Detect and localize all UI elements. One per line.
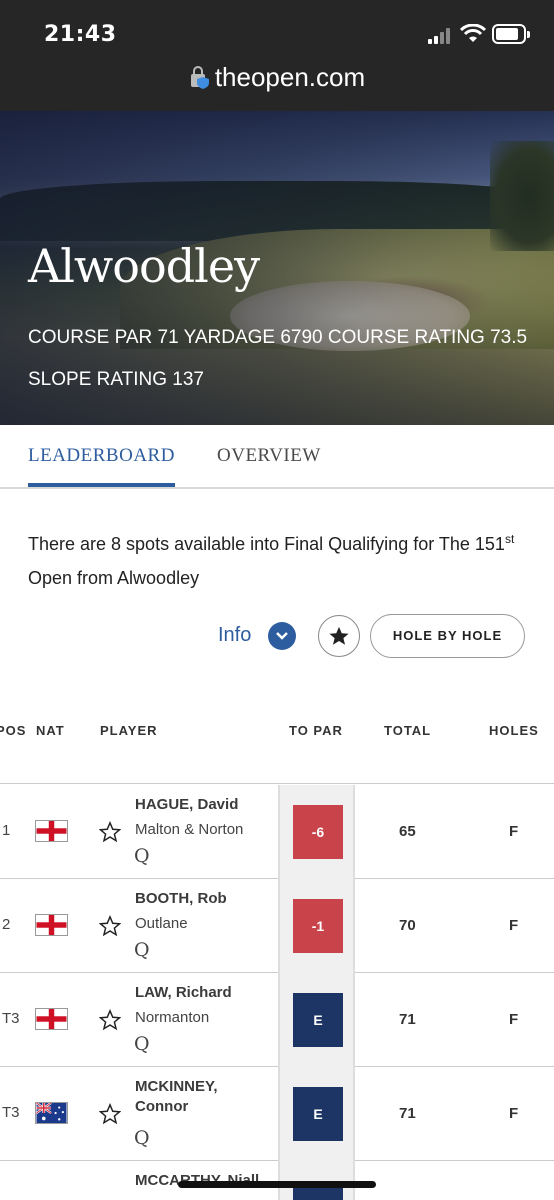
total-score: 71 (399, 1011, 416, 1028)
player-name[interactable]: MCKINNEY, Connor (135, 1077, 273, 1117)
favourites-filter-button[interactable] (318, 615, 360, 657)
player-club: Malton & Norton (135, 821, 244, 838)
row-position: T3 (2, 1010, 20, 1027)
intro-text: There are 8 spots available into Final Q… (28, 534, 505, 554)
column-holes[interactable]: HOLES (489, 723, 539, 738)
row-position: 1 (2, 822, 11, 839)
table-row[interactable]: T3 LAW, Richard Normanton Q E 71 F (0, 973, 554, 1067)
url-bar[interactable]: theopen.com (0, 62, 554, 93)
course-info: COURSE PAR 71 YARDAGE 6790 COURSE RATING… (28, 327, 528, 390)
england-flag-icon (35, 914, 68, 936)
row-position: 2 (2, 916, 11, 933)
tab-leaderboard[interactable]: LEADERBOARD (28, 445, 175, 467)
qualified-badge: Q (134, 1033, 150, 1055)
to-par-score: E (293, 993, 343, 1047)
column-nat[interactable]: NAT (36, 723, 65, 738)
table-row[interactable]: T3 MCKINNEY, Connor Q E 71 F (0, 1067, 554, 1161)
lock-icon (190, 66, 209, 89)
column-total[interactable]: TOTAL (384, 723, 431, 738)
to-par-cell: -6 (278, 785, 355, 879)
player-club: Outlane (135, 915, 188, 932)
star-outline-icon[interactable] (99, 821, 121, 843)
course-hero-banner: Alwoodley COURSE PAR 71 YARDAGE 6790 COU… (0, 111, 554, 425)
star-filled-icon (329, 626, 349, 645)
england-flag-icon (35, 1008, 68, 1030)
star-outline-icon[interactable] (99, 1009, 121, 1031)
url-text: theopen.com (214, 62, 366, 92)
home-indicator[interactable] (178, 1181, 376, 1188)
qualified-badge: Q (134, 939, 150, 961)
player-club: Normanton (135, 1009, 210, 1026)
info-toggle-label[interactable]: Info (218, 624, 251, 647)
total-score: 71 (399, 1105, 416, 1122)
battery-icon (492, 24, 530, 44)
player-name[interactable]: LAW, Richard (135, 983, 273, 1003)
column-to-par[interactable]: TO PAR (289, 723, 343, 738)
course-title: Alwoodley (28, 239, 260, 293)
total-score: 65 (399, 823, 416, 840)
qualified-badge: Q (134, 845, 150, 867)
to-par-score: -6 (293, 805, 343, 859)
to-par-cell: E (278, 973, 355, 1067)
column-pos[interactable]: POS (0, 723, 26, 738)
table-row[interactable]: 2 BOOTH, Rob Outlane Q -1 70 F (0, 879, 554, 973)
to-par-cell: -1 (278, 879, 355, 973)
qualified-badge: Q (134, 1127, 150, 1149)
star-outline-icon[interactable] (99, 1103, 121, 1125)
player-name[interactable]: BOOTH, Rob (135, 889, 273, 909)
to-par-cell: E (278, 1067, 355, 1161)
player-name[interactable]: HAGUE, David (135, 795, 273, 815)
cellular-signal-icon (428, 26, 454, 44)
total-score: 70 (399, 917, 416, 934)
tab-bar: LEADERBOARD OVERVIEW (0, 425, 554, 489)
holes-status: F (509, 823, 519, 840)
holes-status: F (509, 1011, 519, 1028)
info-expand-button[interactable] (268, 622, 296, 650)
intro-text-end: Open from Alwoodley (28, 568, 200, 588)
england-flag-icon (35, 820, 68, 842)
tab-overview[interactable]: OVERVIEW (217, 445, 321, 467)
table-row[interactable]: 1 HAGUE, David Malton & Norton Q -6 65 F (0, 785, 554, 879)
holes-status: F (509, 917, 519, 934)
to-par-score: E (293, 1087, 343, 1141)
active-tab-indicator (28, 483, 175, 487)
qualifying-intro: There are 8 spots available into Final Q… (28, 522, 528, 595)
column-player[interactable]: PLAYER (100, 723, 158, 738)
australia-flag-icon (35, 1102, 68, 1124)
to-par-score: -1 (293, 899, 343, 953)
wifi-icon (460, 24, 486, 42)
leaderboard-rows: 1 HAGUE, David Malton & Norton Q -6 65 F… (0, 785, 554, 1200)
browser-top-bar: 21:43 theopen.com (0, 0, 554, 111)
chevron-down-icon (276, 632, 288, 640)
row-position: T3 (2, 1104, 20, 1121)
holes-status: F (509, 1105, 519, 1122)
leaderboard-header: POS NAT PLAYER TO PAR TOTAL HOLES (0, 712, 554, 784)
intro-ordinal: st (504, 532, 515, 546)
hole-by-hole-button[interactable]: HOLE BY HOLE (370, 614, 525, 658)
star-outline-icon[interactable] (99, 915, 121, 937)
status-time: 21:43 (44, 22, 117, 47)
